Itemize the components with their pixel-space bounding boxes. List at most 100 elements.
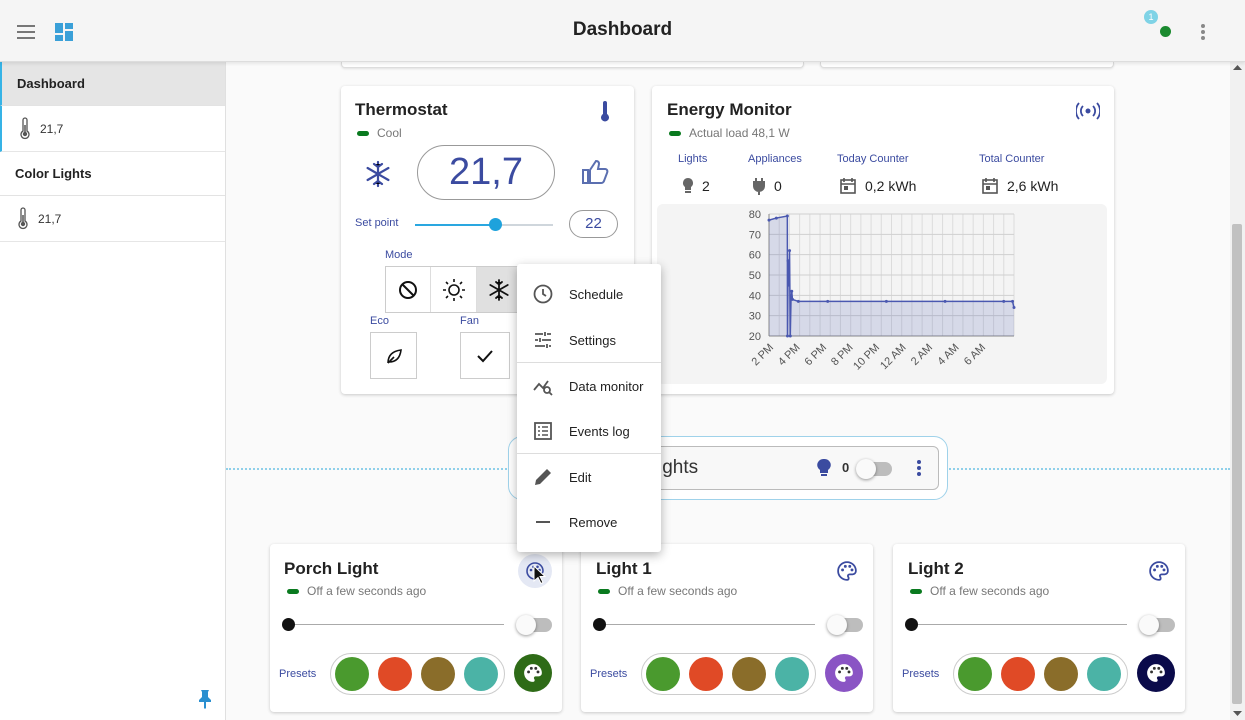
palette-icon (835, 664, 853, 682)
brightness-slider[interactable] (593, 618, 815, 631)
preset-swatch[interactable] (646, 657, 680, 691)
preset-swatch[interactable] (1044, 657, 1078, 691)
sidebar-section-color-lights[interactable]: Color Lights (0, 152, 225, 196)
sidebar-item-label: 21,7 (40, 121, 64, 136)
scroll-thumb[interactable] (1232, 224, 1242, 704)
list-icon (534, 422, 552, 440)
status-indicator (669, 130, 681, 136)
mode-heat-button[interactable] (431, 267, 477, 312)
card-edge (341, 62, 804, 68)
sidebar-item-temperature[interactable]: 21,7 (0, 196, 225, 242)
group-on-count: 0 (842, 460, 850, 475)
mode-cool-button[interactable] (476, 267, 523, 312)
page-title: Dashboard (572, 19, 673, 40)
page-scrollbar[interactable] (1230, 62, 1245, 720)
y-tick-label: 80 (749, 209, 761, 221)
calendar-icon (840, 178, 856, 194)
clock-icon (533, 284, 553, 304)
menu-item-edit[interactable]: Edit (517, 455, 661, 499)
bulb-icon (817, 458, 831, 476)
menu-item-schedule[interactable]: Schedule (517, 272, 661, 316)
brightness-slider[interactable] (905, 618, 1127, 631)
data-point (796, 299, 800, 303)
color-picker-button[interactable] (825, 654, 863, 692)
light-toggle[interactable] (516, 615, 552, 635)
sidebar-item-temperature[interactable]: 21,7 (0, 106, 225, 152)
slider-thumb[interactable] (905, 618, 918, 631)
mouse-cursor-icon (533, 565, 547, 585)
thermometer-icon[interactable] (598, 101, 612, 123)
brightness-slider[interactable] (282, 618, 504, 631)
light-card-porch: Porch Light Off a few seconds ago Preset… (270, 544, 562, 712)
chart-search-icon (533, 380, 553, 396)
menu-item-events-log[interactable]: Events log (517, 409, 661, 453)
slider-thumb[interactable] (489, 218, 503, 231)
slider-thumb[interactable] (593, 618, 606, 631)
preset-swatch[interactable] (335, 657, 369, 691)
mode-selector (385, 266, 523, 313)
more-vert-icon[interactable] (1192, 20, 1214, 44)
palette-icon[interactable] (1149, 561, 1169, 581)
status-line: Actual load 48,1 W (669, 126, 790, 140)
presets-label: Presets (590, 668, 628, 680)
sidebar-section-dashboard[interactable]: Dashboard (0, 62, 225, 106)
data-point (767, 218, 771, 222)
connection-status[interactable]: 1 (1144, 10, 1174, 40)
menu-item-label: Edit (569, 469, 592, 485)
group-toggle[interactable] (856, 459, 892, 479)
dashboard-main: Thermostat Cool 21,7 Set point 22 Mode E… (226, 62, 1230, 720)
thermometer-icon (18, 206, 28, 229)
x-tick-label: 6 AM (962, 342, 988, 368)
data-point (774, 216, 778, 220)
color-picker-button[interactable] (514, 654, 552, 692)
color-picker-button[interactable] (1137, 654, 1175, 692)
slider-thumb[interactable] (282, 618, 295, 631)
stat-value: 2 (702, 178, 710, 194)
x-tick-label: 2 PM (749, 342, 776, 369)
pin-icon[interactable] (196, 688, 214, 715)
toggle-knob (516, 615, 536, 635)
y-tick-label: 30 (749, 311, 761, 323)
sidebar: Dashboard 21,7 Color Lights 21,7 (0, 62, 226, 720)
scroll-up-icon[interactable] (1233, 64, 1242, 71)
light-toggle[interactable] (827, 615, 863, 635)
mode-off-button[interactable] (386, 267, 432, 312)
preset-swatch[interactable] (958, 657, 992, 691)
palette-icon[interactable] (837, 561, 857, 581)
preset-swatch[interactable] (1001, 657, 1035, 691)
plug-icon (753, 178, 765, 195)
data-point (884, 299, 888, 303)
sensor-signal-icon[interactable] (1076, 102, 1100, 120)
snowflake-icon (489, 278, 509, 301)
scroll-down-icon[interactable] (1233, 710, 1242, 717)
y-tick-label: 70 (749, 229, 761, 241)
light-card-2: Light 2 Off a few seconds ago Presets (893, 544, 1185, 712)
energy-chart[interactable]: 20 30 40 50 60 70 80 2 PM 4 PM 6 PM 8 PM 10 PM 12 AM… (657, 204, 1107, 384)
preset-swatch[interactable] (732, 657, 766, 691)
y-tick-label: 60 (749, 250, 761, 262)
preset-swatch[interactable] (464, 657, 498, 691)
fan-button[interactable] (460, 332, 510, 379)
setpoint-value[interactable]: 22 (569, 210, 618, 238)
dashboard-icon[interactable] (52, 20, 76, 44)
x-tick-label: 12 AM (878, 342, 909, 373)
status-indicator (910, 588, 922, 594)
menu-item-remove[interactable]: Remove (517, 500, 661, 544)
menu-item-settings[interactable]: Settings (517, 318, 661, 362)
preset-swatch[interactable] (775, 657, 809, 691)
toggle-knob (827, 615, 847, 635)
preset-swatch[interactable] (689, 657, 723, 691)
eco-button[interactable] (370, 332, 417, 379)
preset-swatch[interactable] (1087, 657, 1121, 691)
sidebar-item-label: 21,7 (38, 211, 62, 226)
menu-icon[interactable] (14, 20, 38, 44)
menu-item-data-monitor[interactable]: Data monitor (517, 364, 661, 408)
more-vert-icon[interactable] (916, 458, 922, 478)
preset-swatch[interactable] (378, 657, 412, 691)
preset-swatch[interactable] (421, 657, 455, 691)
setpoint-slider[interactable] (415, 218, 553, 231)
thumbs-up-icon[interactable] (581, 159, 609, 185)
light-toggle[interactable] (1139, 615, 1175, 635)
stat-label-today: Today Counter (837, 153, 909, 165)
y-tick-label: 40 (749, 290, 761, 302)
